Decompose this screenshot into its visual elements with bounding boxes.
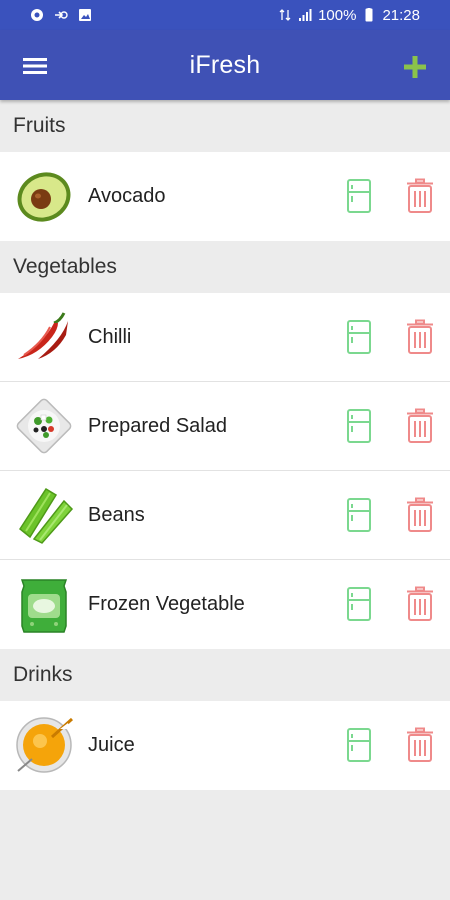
clock: 21:28: [382, 6, 420, 24]
avocado-icon: [17, 172, 71, 222]
move-to-fridge-button[interactable]: [345, 178, 373, 214]
item-list: Fruits Avocado Vegetables Chilli Prepare…: [0, 100, 450, 790]
chilli-icon: [18, 312, 68, 359]
list-item[interactable]: Chilli: [0, 293, 450, 382]
trash-icon: [407, 497, 433, 532]
move-to-fridge-button[interactable]: [345, 727, 373, 763]
fridge-icon: [347, 409, 371, 443]
section-fruits: Avocado: [0, 152, 450, 241]
status-notifications: [30, 8, 92, 22]
status-system: 100% 21:28: [278, 7, 420, 24]
section-vegetables: Chilli Prepared Salad Beans Frozen Veget…: [0, 293, 450, 649]
battery-percent: 100%: [318, 6, 357, 24]
beans-icon: [19, 487, 74, 544]
delete-button[interactable]: [405, 497, 435, 533]
item-name: Juice: [88, 734, 135, 756]
item-name: Avocado: [88, 185, 166, 207]
item-name: Frozen Vegetable: [88, 593, 245, 615]
salad-icon: [16, 398, 72, 454]
juice-icon: [16, 717, 74, 773]
move-to-fridge-button[interactable]: [345, 408, 373, 444]
fridge-icon: [347, 587, 371, 621]
list-item[interactable]: Juice: [0, 701, 450, 790]
list-item[interactable]: Frozen Vegetable: [0, 560, 450, 649]
move-to-fridge-button[interactable]: [345, 497, 373, 533]
move-to-fridge-button[interactable]: [345, 586, 373, 622]
list-item[interactable]: Prepared Salad: [0, 382, 450, 471]
item-name: Chilli: [88, 325, 132, 348]
data-transfer-icon: [279, 9, 291, 21]
fridge-icon: [347, 498, 371, 532]
fridge-icon: [347, 179, 371, 213]
delete-button[interactable]: [405, 586, 435, 622]
trash-icon: [407, 178, 433, 213]
section-header-vegetables: Vegetables: [0, 241, 450, 293]
delete-button[interactable]: [405, 408, 435, 444]
trash-icon: [407, 319, 433, 354]
app-bar: iFresh: [0, 30, 450, 100]
section-header-fruits: Fruits: [0, 100, 450, 152]
battery-icon: [365, 8, 373, 22]
add-item-button[interactable]: [398, 50, 432, 84]
trash-icon: [407, 727, 433, 762]
trash-icon: [407, 408, 433, 443]
item-name: Prepared Salad: [88, 414, 227, 437]
move-to-fridge-button[interactable]: [345, 319, 373, 355]
signal-icon: [299, 9, 312, 21]
hamburger-icon: [23, 58, 47, 74]
item-name: Beans: [88, 503, 145, 526]
list-item[interactable]: Avocado: [0, 152, 450, 241]
settings-notification-icon: [31, 9, 43, 21]
section-header-drinks: Drinks: [0, 649, 450, 701]
delete-button[interactable]: [405, 727, 435, 763]
list-item[interactable]: Beans: [0, 471, 450, 560]
app-title: iFresh: [189, 50, 261, 79]
fridge-icon: [347, 728, 371, 762]
delete-button[interactable]: [405, 178, 435, 214]
gallery-notification-icon: [79, 9, 91, 21]
section-drinks: Juice: [0, 701, 450, 790]
vpn-notification-icon: [55, 11, 68, 19]
trash-icon: [407, 586, 433, 621]
menu-button[interactable]: [20, 52, 50, 80]
frozen-vegetable-icon: [20, 579, 68, 633]
delete-button[interactable]: [405, 319, 435, 355]
plus-icon: [404, 56, 426, 78]
fridge-icon: [347, 320, 371, 354]
status-bar: 100% 21:28: [0, 0, 450, 30]
